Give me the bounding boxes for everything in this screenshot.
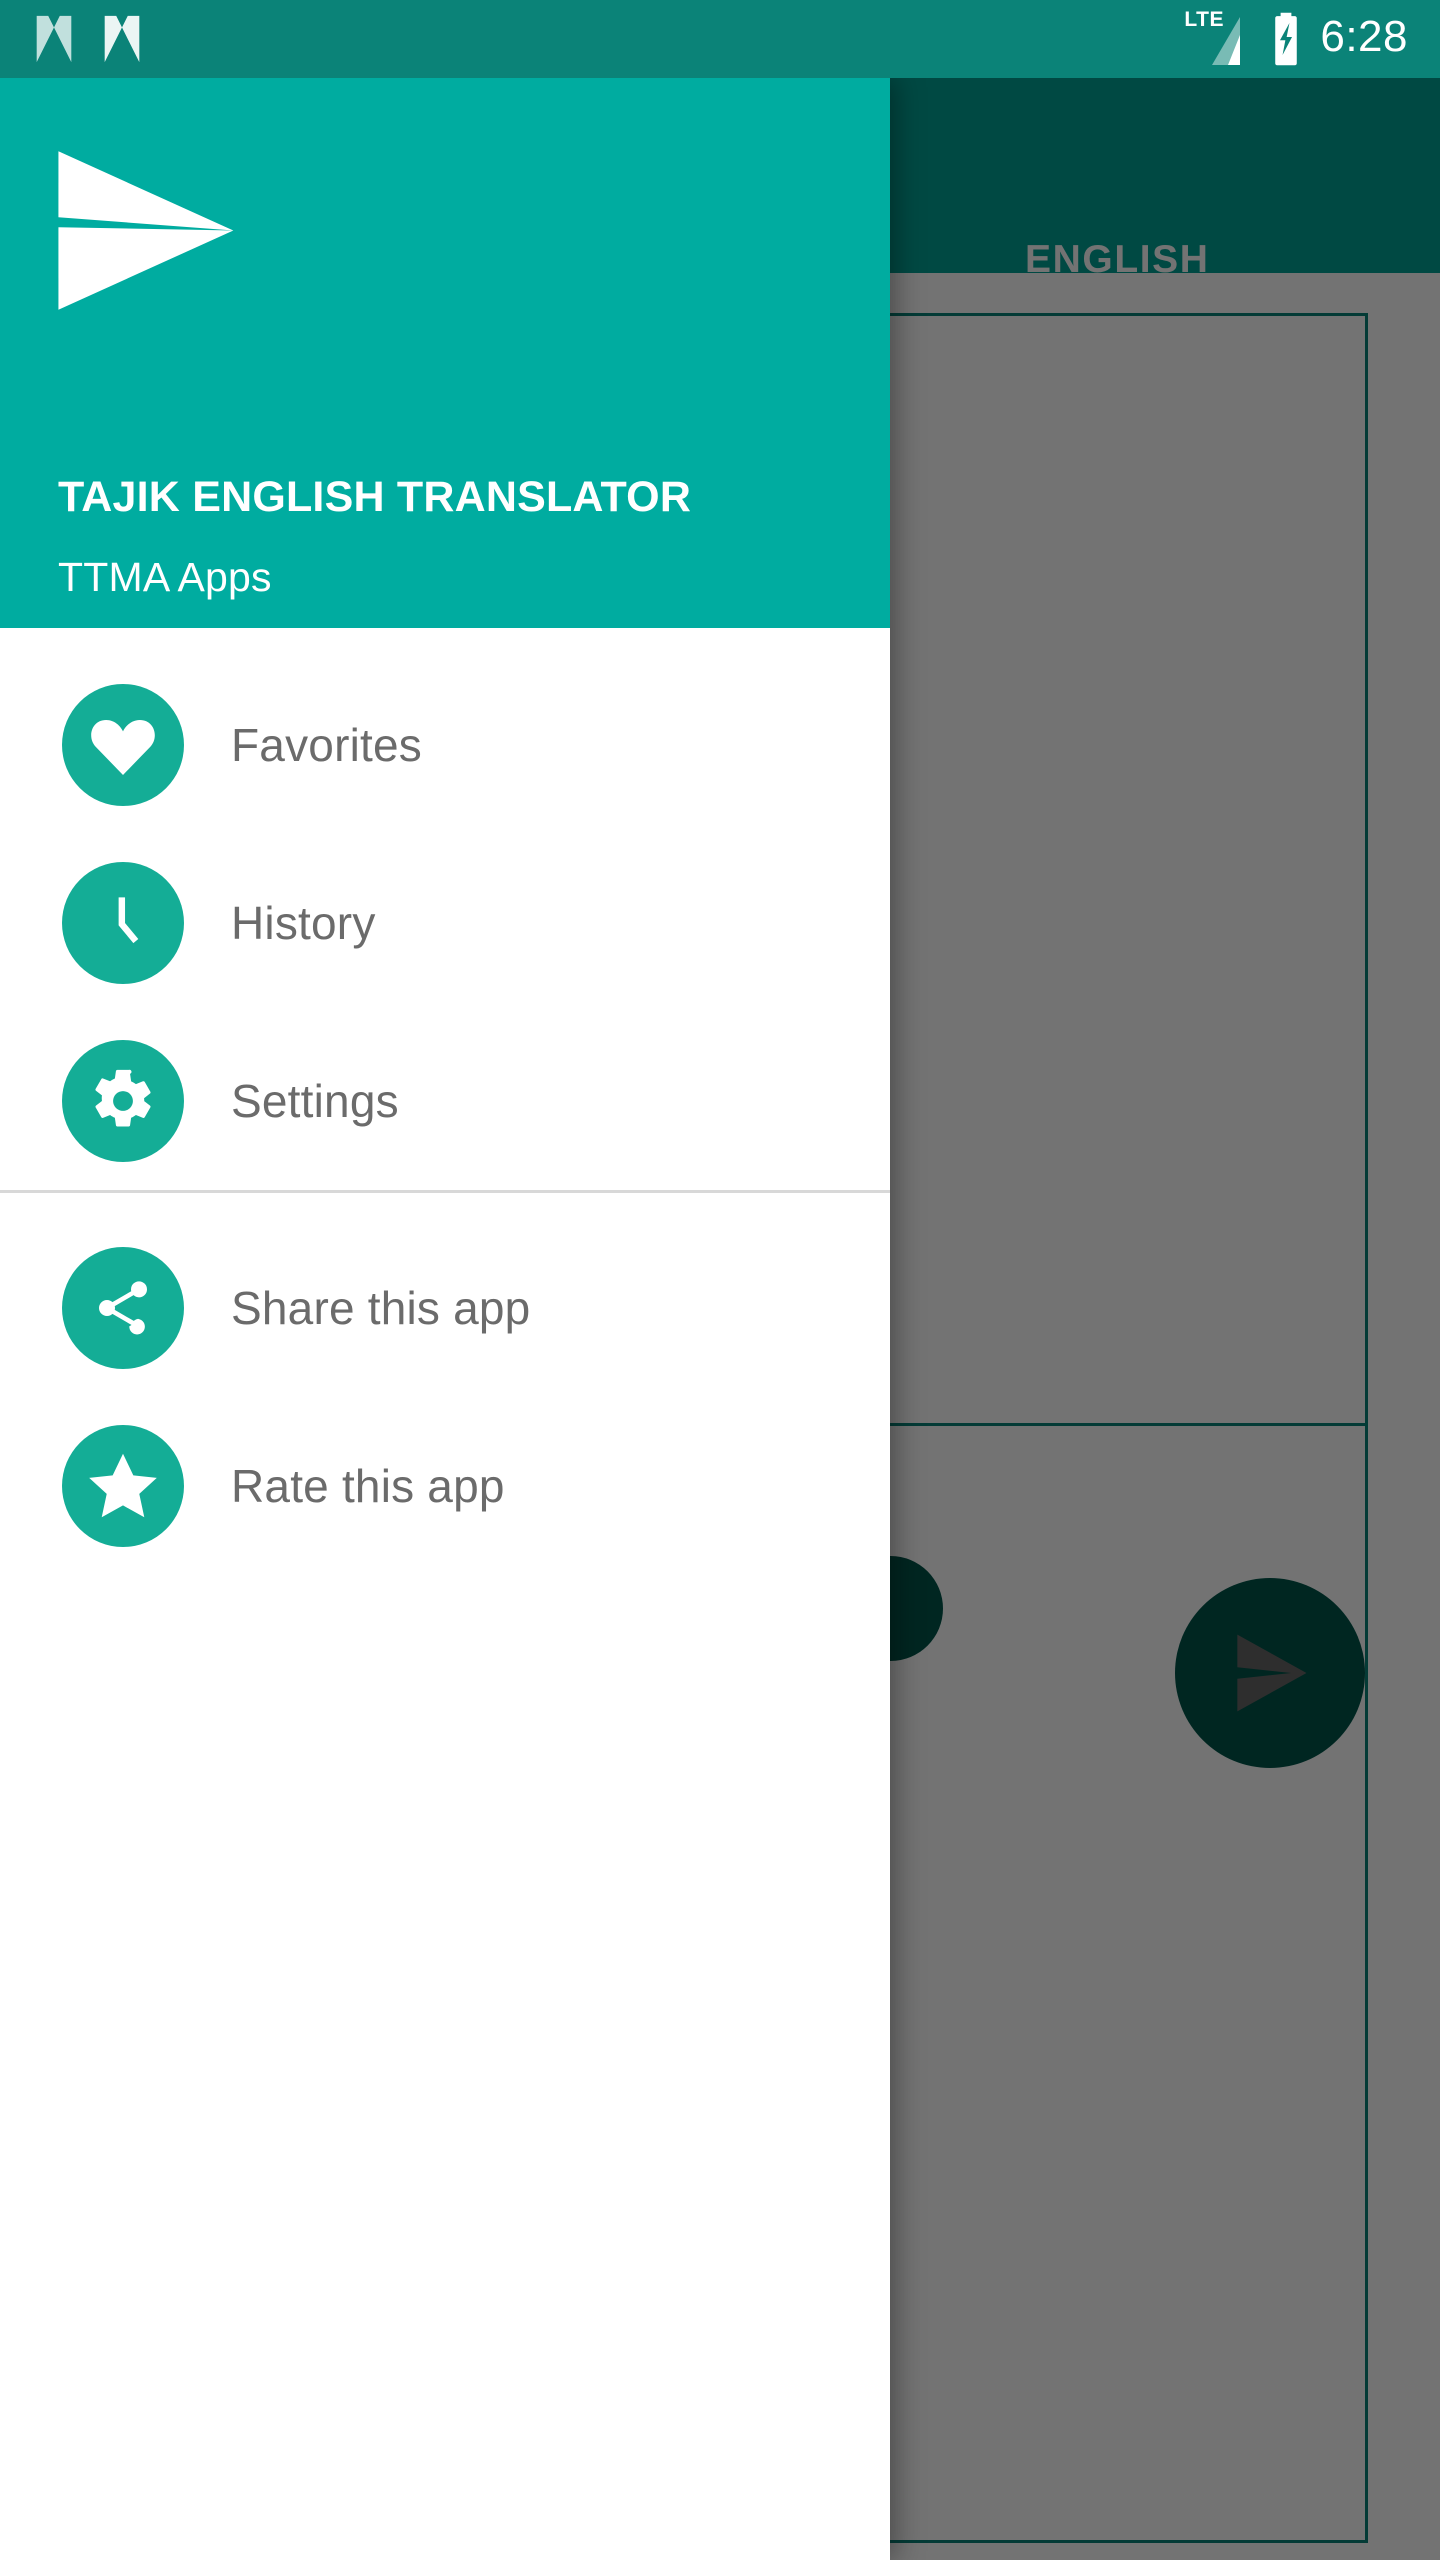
drawer-header: TAJIK ENGLISH TRANSLATOR TTMA Apps	[0, 78, 890, 628]
heart-icon	[62, 684, 184, 806]
status-bar-clock: 6:28	[1320, 12, 1408, 61]
drawer-item-history[interactable]: History	[0, 834, 890, 1012]
drawer-item-label: Favorites	[231, 719, 422, 771]
drawer-app-subtitle: TTMA Apps	[58, 554, 272, 600]
gear-icon	[62, 1040, 184, 1162]
drawer-item-favorites[interactable]: Favorites	[0, 656, 890, 834]
n-logo-icon	[32, 14, 76, 64]
drawer-menu-group-secondary: Share this app Rate this app	[0, 1193, 890, 1575]
drawer-item-label: Rate this app	[231, 1460, 505, 1512]
navigation-drawer: TAJIK ENGLISH TRANSLATOR TTMA Apps Favor…	[0, 78, 890, 2560]
drawer-item-label: Settings	[231, 1075, 399, 1127]
drawer-item-label: History	[231, 897, 376, 949]
status-bar-indicators: LTE 6:28	[1184, 9, 1408, 67]
drawer-app-title: TAJIK ENGLISH TRANSLATOR	[58, 473, 692, 521]
status-bar-notifications	[32, 14, 144, 64]
clock-icon	[62, 862, 184, 984]
battery-charging-icon	[1268, 11, 1304, 67]
n-logo-icon	[100, 14, 144, 64]
drawer-menu-group-primary: Favorites History Settings	[0, 628, 890, 1190]
phone-screen: ENGLISH TAJIK ENGLISH TRANSLATOR TTMA Ap…	[0, 0, 1440, 2560]
status-bar: LTE 6:28	[0, 0, 1440, 78]
app-logo-icon	[55, 148, 245, 313]
drawer-item-label: Share this app	[231, 1282, 531, 1334]
translate-fab[interactable]	[1175, 1578, 1365, 1768]
star-icon	[62, 1425, 184, 1547]
drawer-item-rate-this-app[interactable]: Rate this app	[0, 1397, 890, 1575]
drawer-item-share-this-app[interactable]: Share this app	[0, 1219, 890, 1397]
share-icon	[62, 1247, 184, 1369]
send-icon	[1237, 1634, 1307, 1712]
drawer-item-settings[interactable]: Settings	[0, 1012, 890, 1190]
signal-bars-icon: LTE	[1184, 9, 1252, 67]
